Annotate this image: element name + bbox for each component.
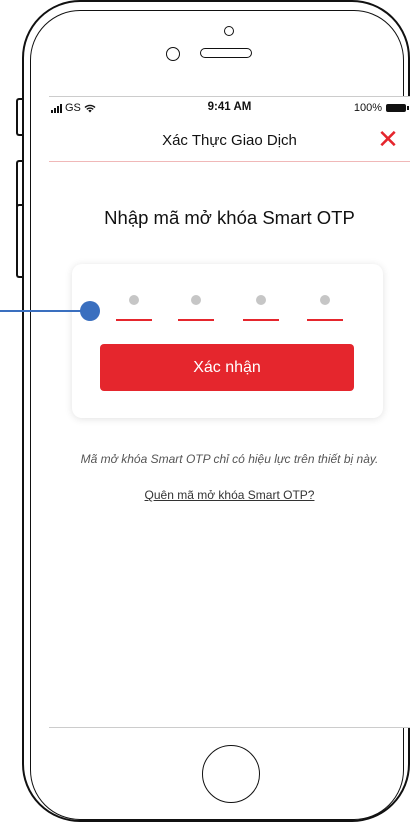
earpiece-speaker: [200, 48, 252, 58]
pin-digit-slot[interactable]: [178, 292, 214, 322]
pin-underline: [243, 319, 279, 321]
info-text: Mã mở khóa Smart OTP chỉ có hiệu lực trê…: [80, 452, 379, 466]
battery-percent: 100%: [353, 102, 382, 114]
pin-entry-card: Xác nhận: [72, 264, 383, 418]
front-camera-icon: [224, 26, 234, 36]
forgot-otp-link[interactable]: Quên mã mở khóa Smart OTP?: [49, 488, 410, 502]
pin-dot: [320, 295, 330, 305]
close-icon[interactable]: ✕: [376, 126, 400, 152]
annotation-line: [0, 310, 86, 312]
nav-title: Xác Thực Giao Dịch: [162, 132, 297, 149]
pin-underline: [178, 319, 214, 321]
home-button[interactable]: [202, 745, 260, 803]
status-right: 100%: [353, 102, 409, 114]
pin-digit-slot[interactable]: [116, 292, 152, 322]
pin-digit-slot[interactable]: [307, 292, 343, 322]
annotation-marker: [80, 301, 100, 321]
page-heading: Nhập mã mở khóa Smart OTP: [104, 207, 355, 228]
status-bar: GS 9:41 AM 100%: [49, 97, 410, 119]
pin-underline: [307, 319, 343, 321]
pin-dot: [129, 295, 139, 305]
pin-dot: [256, 295, 266, 305]
confirm-button[interactable]: Xác nhận: [100, 344, 354, 391]
app-screen: GS 9:41 AM 100% Xác Thực Giao Dịch ✕ Nhậ…: [49, 96, 410, 728]
navigation-bar: Xác Thực Giao Dịch ✕: [49, 119, 410, 162]
pin-underline: [116, 319, 152, 321]
battery-icon: [386, 104, 409, 112]
proximity-sensor-icon: [166, 47, 180, 61]
pin-dot: [191, 295, 201, 305]
pin-digit-slot[interactable]: [243, 292, 279, 322]
